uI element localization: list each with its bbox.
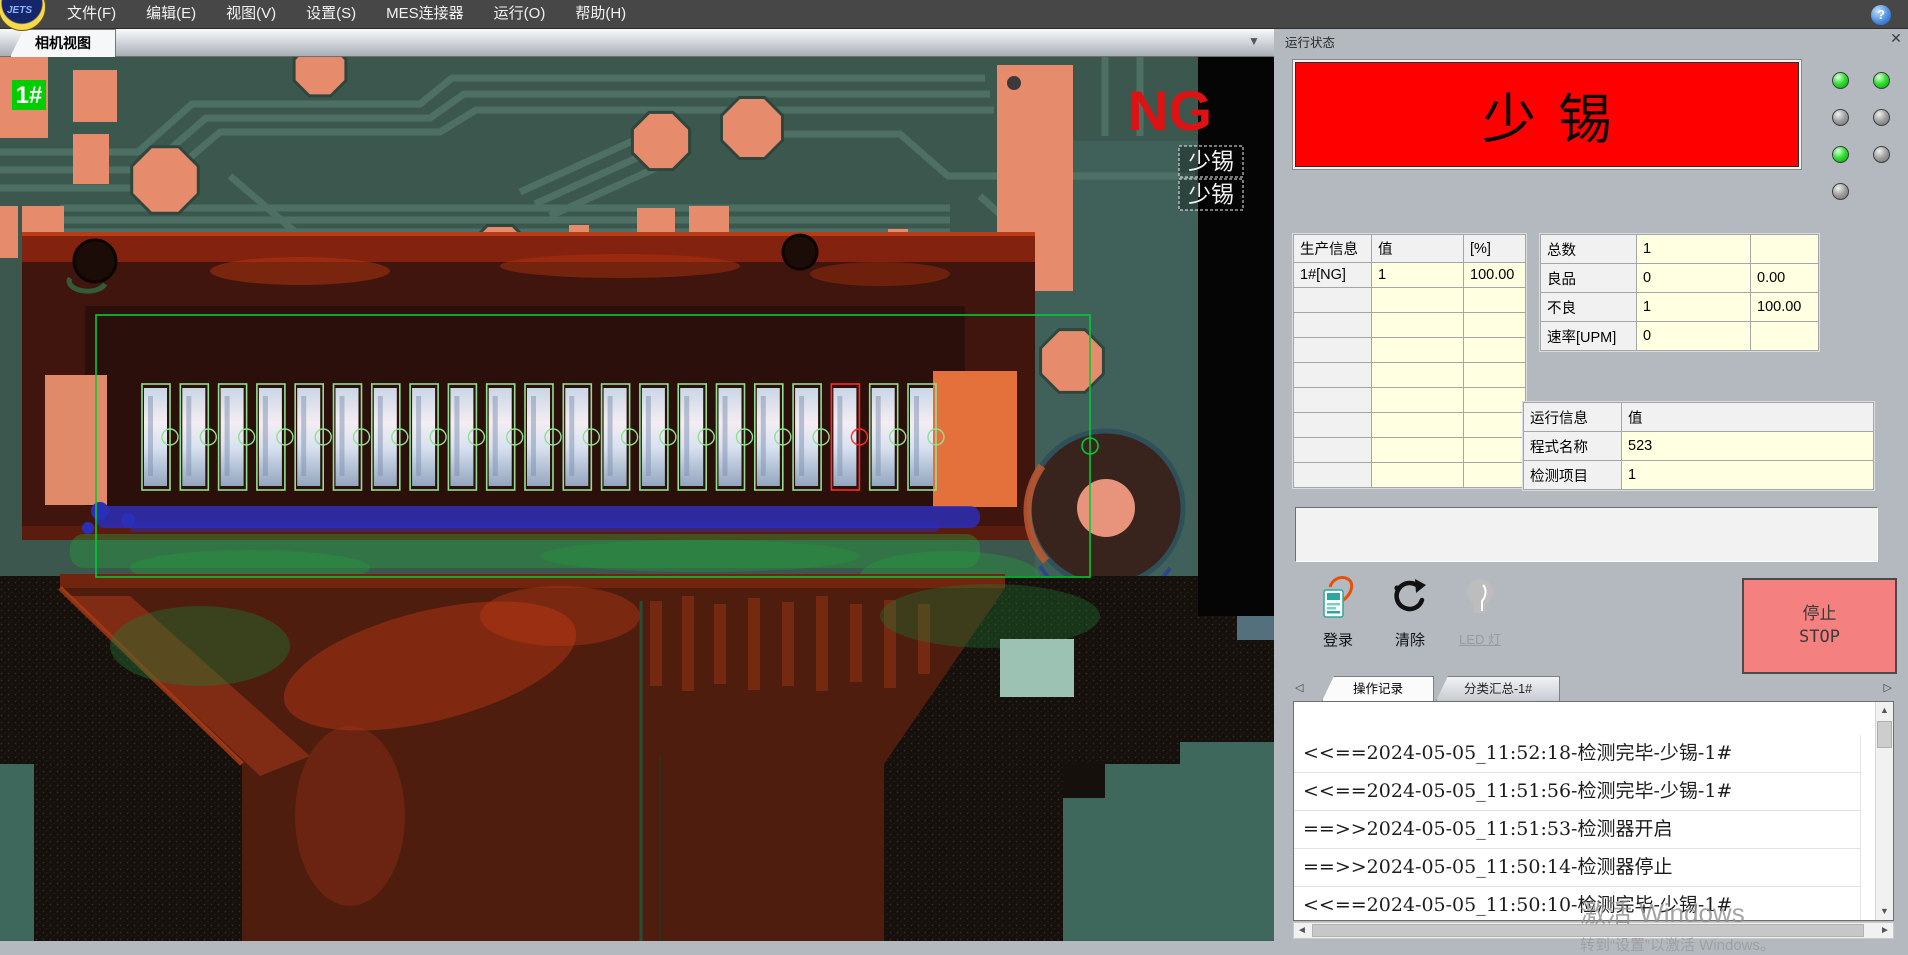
scroll-down-icon[interactable]: ▼ bbox=[1876, 903, 1893, 920]
row-end-pad-right bbox=[933, 371, 1017, 507]
tab-scroll-right-icon[interactable]: ▷ bbox=[1884, 681, 1892, 694]
vertical-scrollbar[interactable]: ▲ ▼ bbox=[1875, 702, 1893, 920]
stop-label-en: STOP bbox=[1799, 626, 1840, 649]
camera-view[interactable]: 1# NG 少锡 少锡 bbox=[0, 56, 1274, 941]
run-info-table: 运行信息值 程式名称523 检测项目1 bbox=[1523, 402, 1874, 490]
horizontal-scrollbar[interactable]: ◄ ► bbox=[1293, 922, 1894, 939]
station-label: 1# bbox=[12, 80, 46, 110]
chevron-down-icon[interactable]: ▼ bbox=[1248, 34, 1260, 48]
menu-item[interactable]: 编辑(E) bbox=[131, 0, 211, 28]
status-led-gray bbox=[1873, 109, 1890, 126]
help-icon[interactable]: ? bbox=[1871, 5, 1891, 25]
tab-scroll-left-icon[interactable]: ◁ bbox=[1295, 681, 1303, 694]
operation-log-list[interactable]: <<==2024-05-05_11:52:18-检测完毕-少锡-1#<<==20… bbox=[1293, 701, 1894, 921]
menu-items: 文件(F)编辑(E)视图(V)设置(S)MES连接器运行(O)帮助(H) bbox=[52, 0, 641, 28]
status-led-green bbox=[1832, 72, 1849, 89]
menu-item[interactable]: 文件(F) bbox=[52, 0, 131, 28]
camera-tab-bar: 相机视图 ▼ bbox=[0, 28, 1274, 57]
table-row bbox=[1294, 388, 1526, 413]
stop-button[interactable]: 停止 STOP bbox=[1742, 578, 1897, 674]
led-grid bbox=[1832, 72, 1890, 200]
prod-col-header: [%] bbox=[1464, 235, 1526, 263]
table-row: 不良1100.00 bbox=[1541, 293, 1819, 322]
app-logo-icon: JETS bbox=[0, 0, 46, 31]
status-led-gray bbox=[1832, 183, 1849, 200]
log-entry: <<==2024-05-05_11:52:18-检测完毕-少锡-1# bbox=[1294, 735, 1860, 773]
row-end-pad-left bbox=[45, 375, 107, 505]
message-box bbox=[1295, 507, 1878, 562]
table-row: 良品00.00 bbox=[1541, 264, 1819, 293]
vscroll-thumb[interactable] bbox=[1877, 721, 1892, 748]
prod-col-header: 值 bbox=[1372, 235, 1464, 263]
pcb-image: 1# NG 少锡 少锡 bbox=[0, 56, 1274, 941]
table-row bbox=[1294, 338, 1526, 363]
clear-button[interactable]: 清除 bbox=[1378, 575, 1442, 650]
svg-text:少锡: 少锡 bbox=[1188, 181, 1234, 207]
menu-item[interactable]: 帮助(H) bbox=[560, 0, 641, 28]
production-table: 生产信息 值 [%] 1#[NG] 1 100.00 bbox=[1293, 234, 1526, 488]
table-row: 程式名称523 bbox=[1524, 432, 1874, 461]
panel-title: 运行状态 bbox=[1285, 32, 1335, 51]
table-row: 速率[UPM]0 bbox=[1541, 322, 1819, 351]
hscroll-thumb[interactable] bbox=[1312, 924, 1864, 937]
table-row bbox=[1294, 438, 1526, 463]
table-row: 1#[NG] 1 100.00 bbox=[1294, 263, 1526, 288]
table-row: 总数1 bbox=[1541, 235, 1819, 264]
login-badge-icon bbox=[1316, 608, 1360, 625]
led-label: LED 灯 bbox=[1448, 629, 1512, 648]
table-row bbox=[1294, 288, 1526, 313]
log-entry: <<==2024-05-05_11:51:56-检测完毕-少锡-1# bbox=[1294, 773, 1860, 811]
log-entry: <<==2024-05-05_11:50:10-检测完毕-少锡-1# bbox=[1294, 887, 1860, 921]
status-led-gray bbox=[1832, 109, 1849, 126]
log-tab-strip: ◁ 操作记录 分类汇总-1# ▷ bbox=[1293, 676, 1894, 701]
log-entry: ==>>2024-05-05_11:50:14-检测器停止 bbox=[1294, 849, 1860, 887]
connector-body bbox=[22, 232, 1035, 540]
table-row bbox=[1294, 413, 1526, 438]
login-label: 登录 bbox=[1306, 629, 1370, 650]
tab-classification-summary[interactable]: 分类汇总-1# bbox=[1436, 676, 1560, 701]
status-led-green bbox=[1873, 72, 1890, 89]
table-row bbox=[1294, 463, 1526, 488]
table-row bbox=[1294, 363, 1526, 388]
prod-col-header: 生产信息 bbox=[1294, 235, 1372, 263]
menu-item[interactable]: MES连接器 bbox=[371, 0, 479, 28]
menu-bar: JETS 文件(F)编辑(E)视图(V)设置(S)MES连接器运行(O)帮助(H… bbox=[0, 0, 1908, 29]
status-led-gray bbox=[1873, 146, 1890, 163]
stop-label-cn: 停止 bbox=[1803, 603, 1837, 626]
status-led-green bbox=[1832, 146, 1849, 163]
verdict-text: NG bbox=[1128, 79, 1212, 142]
clear-refresh-icon bbox=[1388, 608, 1432, 625]
table-row: 检测项目1 bbox=[1524, 461, 1874, 490]
log-rows: <<==2024-05-05_11:52:18-检测完毕-少锡-1#<<==20… bbox=[1294, 735, 1861, 921]
log-entry: ==>>2024-05-05_11:51:53-检测器开启 bbox=[1294, 811, 1860, 849]
svg-text:1#: 1# bbox=[16, 82, 43, 109]
scroll-up-icon[interactable]: ▲ bbox=[1876, 702, 1893, 719]
menu-item[interactable]: 设置(S) bbox=[291, 0, 371, 28]
alarm-banner-frame: 少锡 bbox=[1292, 59, 1802, 170]
table-row: 运行信息值 bbox=[1524, 403, 1874, 432]
menu-item[interactable]: 运行(O) bbox=[479, 0, 561, 28]
alarm-banner: 少锡 bbox=[1295, 62, 1799, 167]
tab-operation-log[interactable]: 操作记录 bbox=[1322, 676, 1434, 701]
menu-item[interactable]: 视图(V) bbox=[211, 0, 291, 28]
application-window: JETS 文件(F)编辑(E)视图(V)设置(S)MES连接器运行(O)帮助(H… bbox=[0, 0, 1908, 941]
scroll-right-icon[interactable]: ► bbox=[1877, 923, 1893, 938]
led-bulb-icon bbox=[1458, 608, 1502, 625]
led-light-button[interactable]: LED 灯 bbox=[1448, 575, 1512, 648]
scroll-left-icon[interactable]: ◄ bbox=[1294, 923, 1310, 938]
tab-camera-view[interactable]: 相机视图 bbox=[10, 29, 116, 57]
clear-label: 清除 bbox=[1378, 629, 1442, 650]
login-button[interactable]: 登录 bbox=[1306, 575, 1370, 650]
table-row bbox=[1294, 313, 1526, 338]
svg-text:少锡: 少锡 bbox=[1188, 148, 1234, 174]
stats-table: 总数1 良品00.00 不良1100.00 速率[UPM]0 bbox=[1540, 234, 1819, 351]
close-icon[interactable]: ✕ bbox=[1888, 30, 1904, 46]
